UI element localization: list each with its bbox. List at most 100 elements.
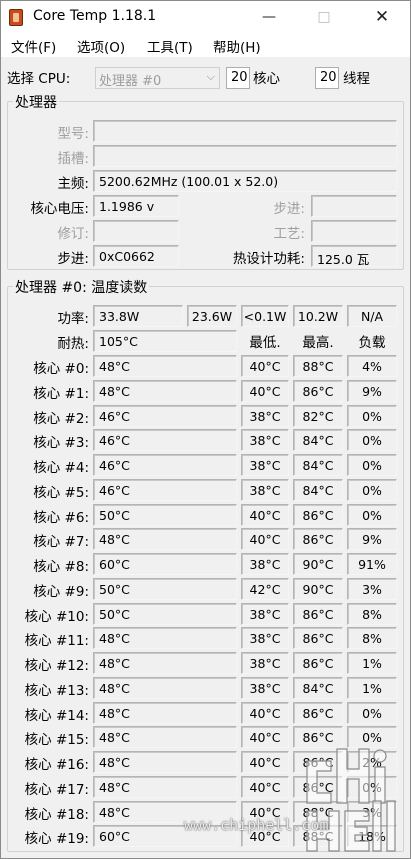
core-max-temp: 86°C [293,726,343,748]
core-temp: 46°C [93,405,237,427]
min-column-header: 最低. [249,335,281,351]
core-load: 0% [347,504,397,526]
core-load: 1% [347,652,397,674]
core-max-temp: 86°C [293,627,343,649]
chevron-down-icon: ⌵ [206,70,215,83]
core-min-temp: 40°C [241,528,289,550]
window-title: Core Temp 1.18.1 [33,8,157,24]
core-min-temp: 38°C [241,603,289,625]
core-min-temp: 40°C [241,751,289,773]
cpu-select-value: 处理器 #0 [99,74,162,89]
temperature-group-title: 处理器 #0: 温度读数 [13,277,150,297]
core-min-temp: 40°C [241,702,289,724]
core-label: 核心 #12: [24,658,89,674]
core-load: 4% [347,355,397,377]
core-max-temp: 86°C [293,652,343,674]
core-temp: 48°C [93,627,237,649]
cpu-select-dropdown[interactable]: 处理器 #0 ⌵ [95,67,220,89]
core-min-temp: 42°C [241,578,289,600]
core-load: 9% [347,528,397,550]
core-min-temp: 38°C [241,677,289,699]
socket-label: 插槽: [57,151,89,167]
core-max-temp: 86°C [293,528,343,550]
core-label: 核心 #0: [33,361,89,377]
core-max-temp: 86°C [293,380,343,402]
core-min-temp: 40°C [241,504,289,526]
core-min-temp: 40°C [241,776,289,798]
core-temp: 48°C [93,751,237,773]
core-max-temp: 86°C [293,702,343,724]
core-max-temp: 82°C [293,405,343,427]
core-load: 0% [347,454,397,476]
core-temp: 48°C [93,702,237,724]
core-label: 核心 #3: [33,435,89,451]
core-temp: 48°C [93,652,237,674]
core-min-temp: 38°C [241,627,289,649]
menu-help[interactable]: 帮助(H) [213,36,261,56]
core-max-temp: 90°C [293,553,343,575]
menu-bar: 文件(F) 选项(O) 工具(T) 帮助(H) [1,33,410,57]
core-load: 2% [347,751,397,773]
cpu-select-row: 选择 CPU: 处理器 #0 ⌵ 20 核心 20 线程 [1,63,410,89]
core-min-temp: 38°C [241,553,289,575]
core-max-temp: 84°C [293,429,343,451]
select-cpu-label: 选择 CPU: [7,71,71,87]
core-label: 核心 #9: [33,584,89,600]
core-label: 核心 #11: [24,633,89,649]
app-icon[interactable] [9,9,23,26]
core-min-temp: 40°C [241,355,289,377]
power-uncore: 10.2W [293,305,343,327]
core-max-temp: 86°C [293,504,343,526]
core-temp: 48°C [93,528,237,550]
core-temp: 50°C [93,504,237,526]
core-load: 0% [347,726,397,748]
core-max-temp: 90°C [293,578,343,600]
tjmax-label: 耐热: [57,336,89,352]
menu-file[interactable]: 文件(F) [11,36,56,56]
core-load: 91% [347,553,397,575]
core-temp: 48°C [93,776,237,798]
core-min-temp: 38°C [241,429,289,451]
core-load: 0% [347,429,397,451]
close-icon[interactable]: ✕ [359,1,405,33]
core-max-temp: 84°C [293,677,343,699]
cpuid-field: 0xC0662 [93,245,179,267]
menu-options[interactable]: 选项(O) [77,36,125,56]
lithography-field [311,220,397,242]
core-min-temp: 38°C [241,479,289,501]
core-temp: 60°C [93,553,237,575]
maximize-icon[interactable]: □ [301,1,347,33]
core-temp: 48°C [93,380,237,402]
core-label: 核心 #18: [24,807,89,823]
tdp-label: 热设计功耗: [232,251,305,267]
core-temp: 48°C [93,355,237,377]
power-dram: N/A [347,305,397,327]
power-ia-cores: 23.6W [187,305,237,327]
core-label: 核心 #5: [33,485,89,501]
load-column-header: 负载 [358,335,386,351]
minimize-icon[interactable]: — [246,1,292,33]
core-label: 核心 #2: [33,411,89,427]
tjmax-field: 105°C [93,330,237,352]
max-column-header: 最高. [302,335,334,351]
core-max-temp: 88°C [293,355,343,377]
core-temp: 50°C [93,603,237,625]
core-max-temp: 84°C [293,454,343,476]
tdp-field: 125.0 瓦 [311,245,397,267]
core-load: 3% [347,801,397,823]
socket-field [93,145,397,167]
core-label: 核心 #16: [24,757,89,773]
core-label: 核心 #4: [33,460,89,476]
menu-tools[interactable]: 工具(T) [147,36,193,56]
core-temp: 48°C [93,677,237,699]
core-max-temp: 86°C [293,603,343,625]
stepping-field [311,195,397,217]
core-label: 核心 #7: [33,534,89,550]
vid-label: 核心电压: [30,201,89,217]
core-load: 0% [347,776,397,798]
core-load: 0% [347,702,397,724]
cpuid-label: 步进: [57,251,89,267]
model-field [93,120,397,142]
title-bar[interactable]: Core Temp 1.18.1 — □ ✕ [1,1,410,33]
core-load: 3% [347,578,397,600]
